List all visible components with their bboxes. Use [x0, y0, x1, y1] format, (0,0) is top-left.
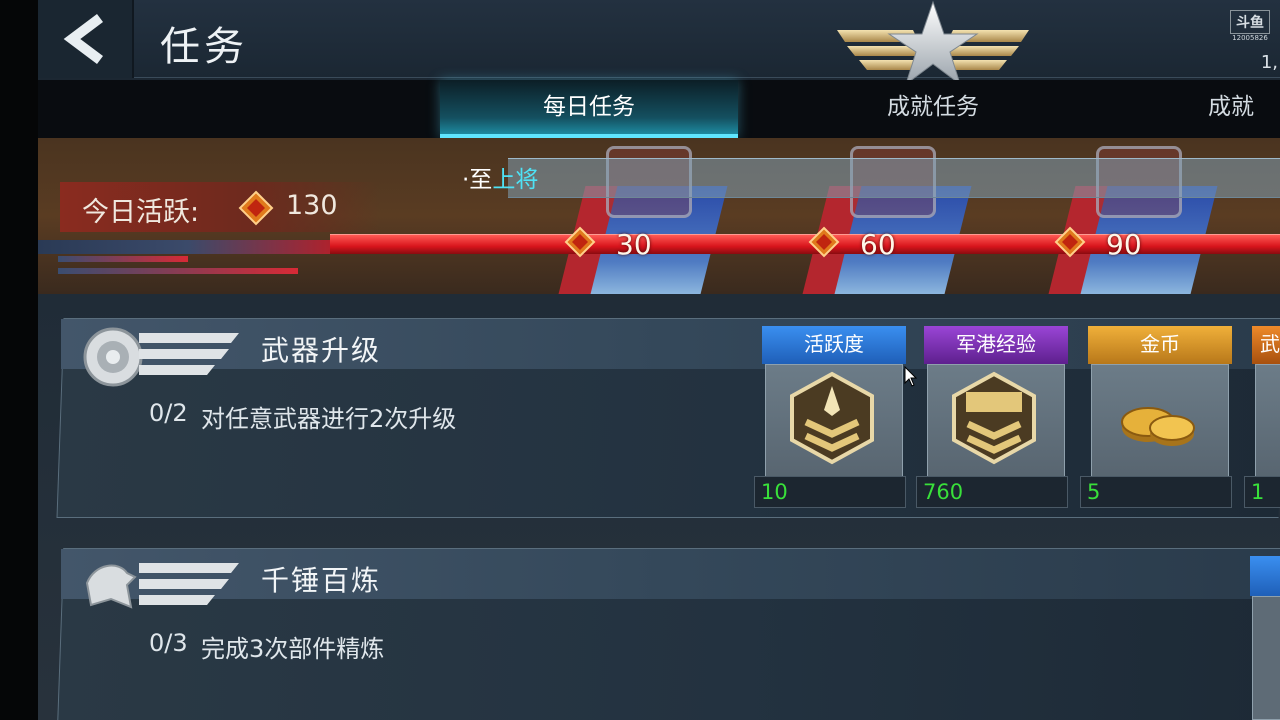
reward-count: 5 [1080, 476, 1232, 508]
milestone-gem-icon [1054, 226, 1086, 258]
task-title: 千锤百炼 [261, 564, 382, 597]
header-bar: 任务 斗鱼 12005826 1, [38, 0, 1280, 86]
reward-label: 武 [1252, 326, 1280, 364]
experience-badge-icon [952, 371, 1036, 465]
reward-label: 金币 [1088, 326, 1232, 364]
rank-star-wings-icon [837, 0, 1029, 86]
scrolling-message-bar [508, 158, 1280, 198]
milestone-30: 30 [616, 228, 652, 261]
progress-base [38, 240, 338, 254]
milestone-gem-icon [564, 226, 596, 258]
page-title: 任务 [160, 24, 248, 70]
reward-harbor-exp[interactable]: 军港经验 760 [916, 326, 1068, 508]
activity-panel: ·至上将 今日活跃: 130 30 60 90 [38, 138, 1280, 294]
task-card-refine[interactable]: 千锤百炼 0/3 完成3次部件精炼 [56, 548, 1280, 720]
tab-achievement-tasks[interactable]: 成就任务 [798, 80, 1068, 138]
task-description: 对任意武器进行2次升级 [201, 405, 457, 433]
decorative-line [58, 268, 298, 274]
gold-coins-icon [1121, 407, 1195, 446]
decorative-line [58, 256, 188, 262]
mouse-cursor-icon [904, 366, 918, 387]
reward-count: 1 [1244, 476, 1280, 508]
reward-activity[interactable]: 活跃度 10 [754, 326, 906, 508]
corner-watermark-logo: 斗鱼 12005826 [1230, 10, 1270, 42]
reward-weapon-partial[interactable]: 武 1 [1244, 326, 1280, 508]
reward-count: 10 [754, 476, 906, 508]
tab-bar: 每日任务 成就任务 成就 [38, 80, 1280, 138]
task-progress: 0/3 [149, 629, 188, 657]
reward-label: 活跃度 [762, 326, 906, 364]
corner-counter-fragment: 1, [1260, 52, 1278, 73]
tab-achievement-partial[interactable]: 成就 [1208, 80, 1280, 138]
task-description: 完成3次部件精炼 [201, 635, 385, 663]
task-title: 武器升级 [261, 334, 382, 367]
reward-gold[interactable]: 金币 5 [1080, 326, 1232, 508]
rank-chevron-icon [790, 371, 874, 465]
reward-partial-header [1250, 556, 1280, 596]
scrolling-message: ·至上将 [462, 167, 539, 193]
reward-count: 760 [916, 476, 1068, 508]
eagle-wings-emblem-icon [85, 563, 239, 609]
milestone-gem-icon [808, 226, 840, 258]
reward-label: 军港经验 [924, 326, 1068, 364]
reward-partial-body[interactable] [1252, 596, 1280, 720]
tab-daily-tasks[interactable]: 每日任务 [440, 80, 738, 138]
milestone-90: 90 [1106, 228, 1142, 261]
today-activity-value: 130 [286, 190, 338, 221]
activity-gem-icon [238, 190, 274, 226]
milestone-60: 60 [860, 228, 896, 261]
left-black-strip [0, 0, 38, 720]
today-activity-label: 今日活跃: [82, 197, 200, 228]
back-arrow-icon [63, 14, 103, 64]
gear-wings-emblem-icon [83, 327, 239, 387]
back-button[interactable] [38, 0, 134, 78]
task-progress: 0/2 [149, 399, 188, 427]
game-screen: 任务 斗鱼 12005826 1, 每日任务 成就任务 成就 ·至上将 今日活跃… [38, 0, 1280, 720]
